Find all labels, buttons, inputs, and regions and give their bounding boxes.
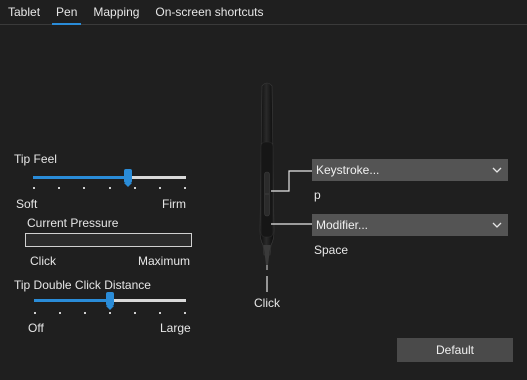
slider-tick — [109, 187, 111, 189]
slider-tick — [34, 312, 36, 314]
slider-tick — [84, 312, 86, 314]
slider-tick — [83, 187, 85, 189]
slider-tick — [59, 312, 61, 314]
pen-illustration — [245, 80, 315, 295]
lower-button-assigned-value: Space — [314, 243, 349, 257]
upper-button-dropdown-value: Keystroke... — [316, 163, 380, 177]
slider-tick — [33, 187, 35, 189]
tip-feel-slider-fill — [33, 176, 128, 179]
tip-feel-label: Tip Feel — [14, 152, 57, 166]
current-pressure-min-label: Click — [30, 254, 56, 268]
tab-tablet[interactable]: Tablet — [0, 0, 48, 24]
tab-on-screen-shortcuts[interactable]: On-screen shortcuts — [147, 0, 271, 24]
slider-tick — [184, 312, 186, 314]
lower-button-dropdown[interactable]: Modifier... — [312, 214, 508, 236]
tip-feel-ticks — [33, 187, 186, 190]
double-click-ticks — [34, 312, 186, 315]
double-click-slider-fill — [34, 299, 110, 302]
double-click-min-label: Off — [28, 321, 44, 335]
tip-feel-slider[interactable] — [33, 167, 186, 187]
pen-tip-label: Click — [254, 296, 280, 310]
current-pressure-label: Current Pressure — [27, 216, 119, 230]
chevron-down-icon — [492, 159, 502, 181]
tab-pen[interactable]: Pen — [48, 0, 85, 25]
current-pressure-bar — [25, 233, 192, 247]
slider-tick — [159, 187, 161, 189]
tip-feel-max-label: Firm — [162, 197, 186, 211]
tip-feel-slider-thumb[interactable] — [124, 169, 132, 187]
slider-tick — [134, 312, 136, 314]
upper-button-assigned-value: p — [314, 188, 321, 202]
slider-tick — [134, 187, 136, 189]
slider-tick — [184, 187, 186, 189]
double-click-max-label: Large — [160, 321, 191, 335]
slider-tick — [159, 312, 161, 314]
double-click-slider[interactable] — [34, 290, 186, 310]
double-click-slider-thumb[interactable] — [106, 292, 114, 310]
tab-bar: Tablet Pen Mapping On-screen shortcuts — [0, 0, 527, 25]
tip-feel-min-label: Soft — [16, 197, 38, 211]
slider-tick — [109, 312, 111, 314]
slider-tick — [58, 187, 60, 189]
tab-mapping[interactable]: Mapping — [85, 0, 147, 24]
upper-button-dropdown[interactable]: Keystroke... — [312, 159, 508, 181]
chevron-down-icon — [492, 214, 502, 236]
lower-button-dropdown-value: Modifier... — [316, 218, 369, 232]
default-button[interactable]: Default — [397, 338, 513, 362]
current-pressure-max-label: Maximum — [138, 254, 191, 268]
